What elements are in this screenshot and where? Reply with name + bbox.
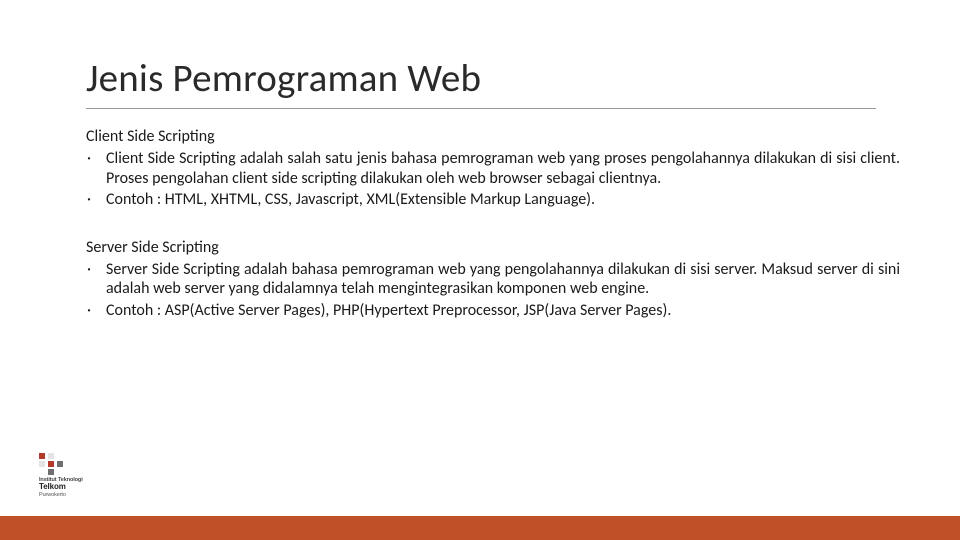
footer-bar	[0, 516, 960, 540]
bullet-list: Server Side Scripting adalah bahasa pemr…	[86, 260, 900, 321]
slide: Jenis Pemrograman Web Client Side Script…	[0, 0, 960, 540]
page-title: Jenis Pemrograman Web	[86, 55, 900, 102]
logo-text-line2: Telkom	[39, 483, 91, 492]
list-item: Server Side Scripting adalah bahasa pemr…	[100, 260, 900, 299]
logo-text: Institut Teknologi Telkom Purwokerto	[39, 477, 91, 498]
list-item: Contoh : ASP(Active Server Pages), PHP(H…	[100, 301, 900, 321]
section-client-side: Client Side Scripting Client Side Script…	[86, 127, 900, 210]
telkom-logo-icon	[39, 453, 63, 475]
list-item: Client Side Scripting adalah salah satu …	[100, 149, 900, 188]
logo-text-line3: Purwokerto	[39, 492, 91, 498]
institution-logo: Institut Teknologi Telkom Purwokerto	[39, 453, 91, 498]
bullet-list: Client Side Scripting adalah salah satu …	[86, 149, 900, 210]
section-heading: Client Side Scripting	[86, 127, 900, 146]
section-server-side: Server Side Scripting Server Side Script…	[86, 238, 900, 321]
list-item: Contoh : HTML, XHTML, CSS, Javascript, X…	[100, 190, 900, 210]
section-heading: Server Side Scripting	[86, 238, 900, 257]
title-underline	[86, 108, 876, 109]
